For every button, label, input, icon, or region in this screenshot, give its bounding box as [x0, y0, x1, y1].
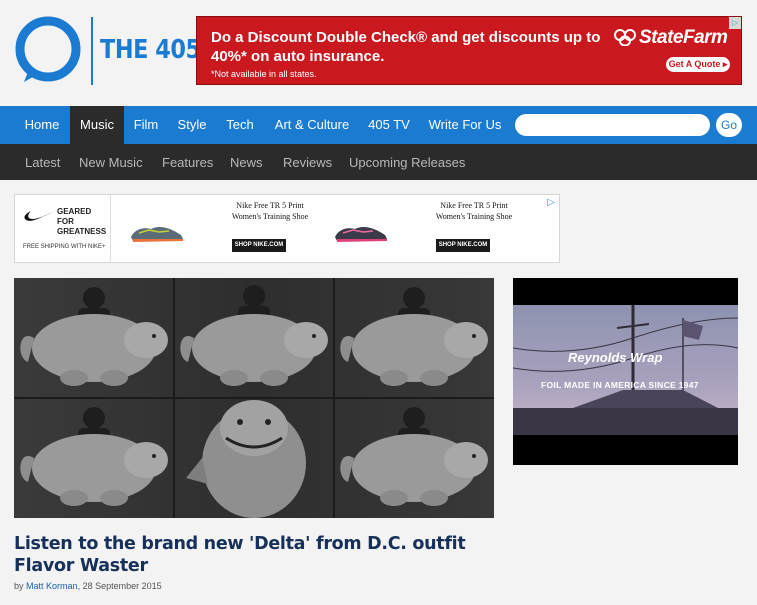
shoe-image: [335, 227, 387, 242]
product-name: Nike Free TR 5 Print: [236, 201, 304, 210]
nike-brand-block: GEARED FOR GREATNESS FREE SHIPPING WITH …: [15, 195, 111, 262]
article-date: , 28 September 2015: [77, 581, 162, 591]
statefarm-logo: StateFarm: [614, 27, 728, 49]
search-go-button[interactable]: Go: [716, 113, 742, 137]
main-nav: Home Music Film Style Tech Art & Culture…: [0, 106, 757, 144]
subnav-news[interactable]: News: [230, 144, 263, 180]
nav-tech[interactable]: Tech: [216, 106, 264, 144]
nav-home[interactable]: Home: [14, 106, 70, 144]
product-type: Women's Training Shoe: [231, 212, 309, 221]
statefarm-ad[interactable]: Do a Discount Double Check® and get disc…: [196, 16, 742, 85]
nike-swoosh-icon: [24, 209, 60, 221]
statefarm-ovals-icon: [614, 29, 636, 46]
product-title: Nike Free TR 5 Print Women's Training Sh…: [215, 200, 325, 222]
free-shipping-text: FREE SHIPPING WITH NIKE+: [23, 244, 106, 250]
site-logo-icon[interactable]: [14, 16, 82, 84]
product-title: Nike Free TR 5 Print Women's Training Sh…: [419, 200, 529, 222]
nav-write-for-us[interactable]: Write For Us: [418, 106, 512, 144]
subnav-new-music[interactable]: New Music: [79, 144, 143, 180]
product-name: Nike Free TR 5 Print: [440, 201, 508, 210]
logo-divider: [91, 17, 93, 85]
shop-nike-button[interactable]: SHOP NIKE.COM: [232, 239, 286, 252]
byline-prefix: by: [14, 581, 24, 591]
reynolds-wrap-video-ad[interactable]: Reynolds Wrap FOIL MADE IN AMERICA SINCE…: [513, 278, 738, 465]
statefarm-brand: StateFarm: [639, 27, 728, 48]
shoe-image: [131, 227, 183, 242]
adchoices-icon[interactable]: ▷: [547, 197, 555, 208]
tagline-line-2: GREATNESS: [57, 227, 107, 236]
subnav-upcoming-releases[interactable]: Upcoming Releases: [349, 144, 465, 180]
ad-headline: Do a Discount Double Check® and get disc…: [211, 29, 601, 65]
shop-nike-button[interactable]: SHOP NIKE.COM: [436, 239, 490, 252]
sub-nav: Latest New Music Features News Reviews U…: [0, 144, 757, 180]
reynolds-ad-scene: [513, 278, 738, 465]
ad-disclaimer: *Not available in all states.: [211, 69, 317, 79]
product-card[interactable]: Nike Free TR 5 Print Women's Training Sh…: [111, 195, 336, 262]
adchoices-icon[interactable]: ▷: [729, 17, 741, 29]
get-quote-button[interactable]: Get A Quote ▸: [666, 57, 730, 72]
nav-art-culture[interactable]: Art & Culture: [264, 106, 360, 144]
nav-405-tv[interactable]: 405 TV: [360, 106, 418, 144]
nike-banner-ad[interactable]: GEARED FOR GREATNESS FREE SHIPPING WITH …: [14, 194, 560, 263]
tagline-line-1: GEARED FOR: [57, 207, 92, 226]
subnav-latest[interactable]: Latest: [25, 144, 60, 180]
product-card[interactable]: Nike Free TR 5 Print Women's Training Sh…: [315, 195, 540, 262]
subnav-reviews[interactable]: Reviews: [283, 144, 332, 180]
nav-music[interactable]: Music: [70, 106, 124, 144]
site-header: THE 405 Do a Discount Double Check® and …: [0, 0, 757, 106]
article-hero-image[interactable]: [14, 278, 494, 518]
product-type: Women's Training Shoe: [435, 212, 513, 221]
site-logo-text[interactable]: THE 405: [100, 35, 201, 65]
nike-tagline: GEARED FOR GREATNESS: [57, 207, 110, 237]
band-photo-grid: [14, 278, 494, 518]
subnav-features[interactable]: Features: [162, 144, 213, 180]
reynolds-logo: Reynolds Wrap: [568, 350, 663, 365]
nav-style[interactable]: Style: [168, 106, 216, 144]
author-link[interactable]: Matt Korman: [26, 581, 78, 591]
nav-film[interactable]: Film: [124, 106, 168, 144]
article-byline: by Matt Korman, 28 September 2015: [14, 581, 162, 591]
search-input[interactable]: [515, 114, 710, 136]
reynolds-tagline: FOIL MADE IN AMERICA SINCE 1947: [541, 380, 699, 390]
article-title[interactable]: Listen to the brand new 'Delta' from D.C…: [14, 533, 494, 577]
